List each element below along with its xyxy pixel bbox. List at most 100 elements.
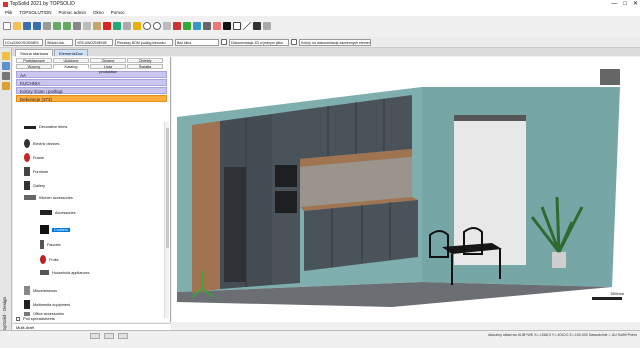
catalog-bar-dekoracje[interactable]: Dekoracje (373)	[16, 95, 167, 102]
document-field[interactable]: C0:u/ZAKOSOK/ME5	[3, 38, 43, 46]
tree-item[interactable]: Kitchen accessories	[24, 195, 73, 200]
tab-wzorcy[interactable]: Wzorcy	[16, 64, 52, 69]
color-icon[interactable]	[223, 22, 231, 30]
panel-footer: Pull spreadsheets	[13, 314, 171, 323]
views-field[interactable]: Widoki dok.	[45, 38, 73, 46]
tree-item[interactable]: Faucets	[40, 240, 61, 249]
door-frame	[454, 115, 526, 121]
menu-help[interactable]: Pomoc	[111, 10, 125, 15]
open-icon[interactable]	[13, 22, 21, 30]
wedge-field[interactable]: Bez klina	[175, 38, 219, 46]
paste-icon[interactable]	[93, 22, 101, 30]
new-icon[interactable]	[3, 22, 11, 30]
title-bar: TopSolid 2021 by TOPSOLID — □ ✕	[0, 0, 640, 8]
zoom-fit-icon[interactable]	[163, 22, 171, 30]
3d-viewport[interactable]: 500mm	[172, 57, 640, 322]
tab-glowne[interactable]: Glowne obszaru	[90, 58, 126, 68]
view-icon[interactable]	[173, 22, 181, 30]
menu-pomoc-admin[interactable]: Pomoc admin	[58, 10, 86, 15]
multidraft-label[interactable]: Multi-draft	[13, 323, 171, 330]
tab-ulubione[interactable]: Ulubione	[53, 58, 89, 63]
appliances-thumb	[40, 270, 49, 275]
variant-field[interactable]: VE5:UWOZNIENIE	[75, 38, 113, 46]
tab-obiekty[interactable]: Obiekty	[127, 58, 163, 63]
catalog-bar-kuchnia[interactable]: KUCHNIA	[16, 79, 167, 86]
pull-label: Pull spreadsheets	[23, 316, 55, 321]
tree-item[interactable]: Gallery	[24, 181, 45, 190]
shade-icon[interactable]	[183, 22, 191, 30]
cut-icon[interactable]	[73, 22, 81, 30]
view-cube	[600, 69, 620, 85]
tab-start-page[interactable]: Strona startowa	[15, 49, 54, 56]
tab-lista-produktow[interactable]: Lista produktów	[90, 64, 126, 74]
part-icon[interactable]	[2, 62, 10, 70]
plant-pot	[552, 252, 566, 268]
tree-item[interactable]: Multimedia equipment	[24, 300, 70, 309]
doc-toggle-icon[interactable]	[221, 39, 227, 45]
tree-item[interactable]: Miscellaneous	[24, 286, 57, 295]
sheet-tab[interactable]	[90, 333, 100, 339]
redo-icon[interactable]	[63, 22, 71, 30]
print-icon[interactable]	[43, 22, 51, 30]
menu-file[interactable]: Plik	[5, 10, 12, 15]
catalog-bar-aa[interactable]: AA	[16, 71, 167, 78]
sheet-tab[interactable]	[118, 333, 128, 339]
copy-icon[interactable]	[83, 22, 91, 30]
pencil-icon[interactable]	[2, 52, 10, 60]
save-all-icon[interactable]	[33, 22, 41, 30]
undo-icon[interactable]	[53, 22, 61, 30]
zoom-out-icon[interactable]	[153, 22, 161, 30]
camera-icon[interactable]	[203, 22, 211, 30]
tree-item[interactable]: Electric devices	[24, 139, 59, 148]
line-style-icon[interactable]	[233, 22, 241, 30]
catalog-tree: Decorative items Electric devices Frame …	[16, 122, 164, 318]
tab-podstawowe[interactable]: Podstawowe	[16, 58, 52, 63]
folder-icon[interactable]	[2, 82, 10, 90]
tab-swiatla[interactable]: Światła	[127, 64, 163, 69]
tab-document[interactable]: ElementsDoc	[54, 49, 88, 56]
maximize-button[interactable]: □	[623, 0, 627, 8]
panel-scrollbar[interactable]	[164, 122, 169, 318]
tree-item-label: Accessories	[55, 210, 76, 215]
misc-icon[interactable]	[263, 22, 271, 30]
sheet-tab[interactable]	[104, 333, 114, 339]
tree-item[interactable]: Fruits	[40, 255, 59, 264]
multimedia-thumb	[24, 300, 30, 309]
tab-katalog[interactable]: Katalog	[53, 64, 89, 69]
microwave	[275, 191, 297, 213]
render-icon[interactable]	[193, 22, 201, 30]
app-icon	[3, 1, 8, 7]
properties-icon[interactable]	[133, 22, 141, 30]
line-icon[interactable]	[243, 22, 251, 30]
decorative-thumb	[24, 125, 36, 129]
scroll-thumb[interactable]	[166, 128, 169, 248]
zoom-in-icon[interactable]	[143, 22, 151, 30]
catalog-bar-kolory[interactable]: Kolory ścian i podłogi	[16, 87, 167, 94]
menu-topsolution[interactable]: TOPSOLUTION	[19, 10, 51, 15]
colors-toggle-icon[interactable]	[291, 39, 297, 45]
assembly-icon[interactable]	[2, 72, 10, 80]
minimize-button[interactable]: —	[611, 0, 617, 8]
pull-checkbox[interactable]	[16, 316, 20, 321]
status-bar: Aktualny układ ws KUB+WE X=-1068,0 Y=-40…	[0, 330, 640, 348]
fill-icon[interactable]	[253, 22, 261, 30]
tree-item[interactable]: Decorative items	[24, 125, 67, 129]
delete-icon[interactable]	[103, 22, 111, 30]
tree-item[interactable]: Accessories	[40, 210, 75, 215]
tree-item[interactable]: Frame	[24, 153, 44, 162]
close-button[interactable]: ✕	[633, 0, 638, 8]
tree-item[interactable]: Cookers	[40, 225, 71, 234]
tree-item[interactable]: Furniture	[24, 167, 48, 176]
layer-icon[interactable]	[213, 22, 221, 30]
modify-icon[interactable]	[123, 22, 131, 30]
tree-item[interactable]: Household appliances	[40, 270, 89, 275]
bom-field[interactable]: Pierwszy BOM podlog kierunku	[115, 38, 173, 46]
menu-window[interactable]: Okno	[93, 10, 104, 15]
colors-field[interactable]: Kolory na dokumentacje zamiennych elemen…	[299, 38, 371, 46]
menu-bar: Plik TOPSOLUTION Pomoc admin Okno Pomoc	[0, 8, 640, 16]
left-rail: TopSolid · Design	[0, 48, 12, 340]
select-icon[interactable]	[113, 22, 121, 30]
save-icon[interactable]	[23, 22, 31, 30]
furniture-thumb	[24, 167, 30, 176]
documentation-field[interactable]: Dokumentacja ZD w jednym pliku	[229, 38, 289, 46]
